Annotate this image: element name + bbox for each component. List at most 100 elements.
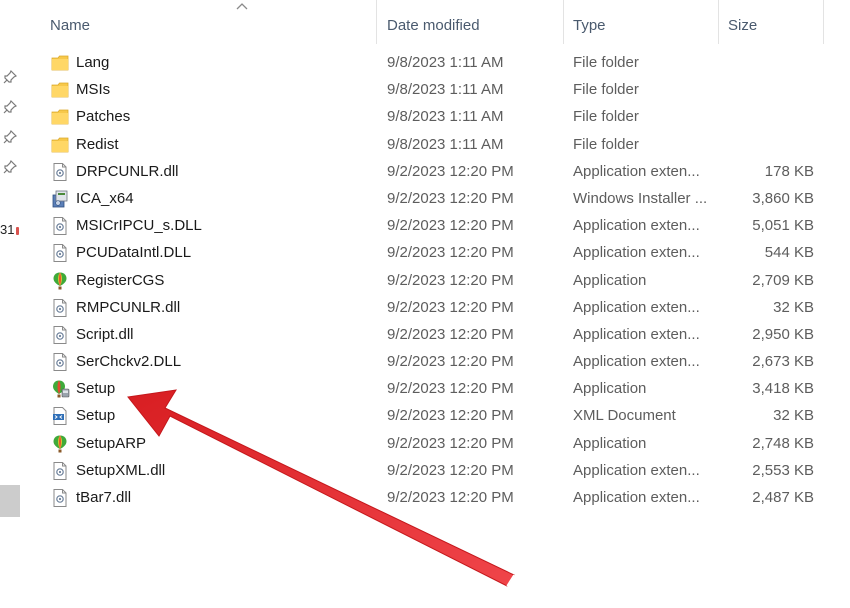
- file-size: 2,950 KB: [752, 325, 814, 343]
- file-row[interactable]: SerChckv2.DLL 9/2/2023 12:20 PM Applicatio…: [32, 348, 850, 375]
- file-date-modified: 9/2/2023 12:20 PM: [387, 434, 514, 452]
- file-row[interactable]: MSIs 9/8/2023 1:11 AM File folder: [32, 76, 850, 103]
- file-size: [722, 103, 814, 130]
- file-name: ICA_x64: [76, 189, 134, 207]
- file-size: 2,709 KB: [752, 271, 814, 289]
- sort-ascending-icon: [236, 3, 248, 10]
- file-size: 32 KB: [773, 298, 814, 316]
- file-date-modified: 9/8/2023 1:11 AM: [387, 108, 504, 126]
- file-size: 3,418 KB: [752, 380, 814, 398]
- file-row[interactable]: RMPCUNLR.dll 9/2/2023 12:20 PM Application…: [32, 294, 850, 321]
- file-name: SetupXML.dll: [76, 461, 166, 479]
- file-size: 2,673 KB: [752, 353, 814, 371]
- file-name: MSIs: [76, 81, 111, 99]
- file-row[interactable]: Setup 9/2/2023 12:20 PM XML Document 32 KB: [32, 402, 850, 429]
- file-row[interactable]: Lang 9/8/2023 1:11 AM File folder: [32, 49, 850, 76]
- file-row[interactable]: ICA_x64 9/2/2023 12:20 PM Windows Installe…: [32, 185, 850, 212]
- file-type: Application exten...: [573, 217, 700, 235]
- folder-icon: [50, 135, 70, 155]
- dll-file-icon: [50, 325, 70, 345]
- file-date-modified: 9/2/2023 12:20 PM: [387, 380, 514, 398]
- column-header-row: Name Date modified Type Size: [32, 0, 850, 50]
- file-row[interactable]: tBar7.dll 9/2/2023 12:20 PM Application ex…: [32, 484, 850, 511]
- file-name: SerChckv2.DLL: [76, 353, 182, 371]
- column-header-size[interactable]: Size: [720, 14, 820, 38]
- file-size: 3,860 KB: [752, 189, 814, 207]
- file-row[interactable]: Script.dll 9/2/2023 12:20 PM Application e…: [32, 321, 850, 348]
- file-size: [722, 49, 814, 76]
- file-row[interactable]: SetupARP 9/2/2023 12:20 PM Application 2,74…: [32, 430, 850, 457]
- nav-selected-item[interactable]: [0, 485, 20, 517]
- file-list: Lang 9/8/2023 1:11 AM File folder MSIs 9/8/2…: [32, 49, 850, 511]
- file-date-modified: 9/2/2023 12:20 PM: [387, 353, 514, 371]
- installer-package-icon: [50, 189, 70, 209]
- file-name: Setup: [76, 407, 116, 425]
- file-name: RMPCUNLR.dll: [76, 298, 181, 316]
- column-header-type[interactable]: Type: [565, 14, 715, 38]
- file-type: Application exten...: [573, 325, 700, 343]
- file-date-modified: 9/2/2023 12:20 PM: [387, 162, 514, 180]
- file-row[interactable]: MSICrIPCU_s.DLL 9/2/2023 12:20 PM Applicat…: [32, 212, 850, 239]
- file-size: 32 KB: [773, 407, 814, 425]
- file-row[interactable]: RegisterCGS 9/2/2023 12:20 PM Application 2…: [32, 267, 850, 294]
- file-type: File folder: [573, 54, 639, 71]
- file-row[interactable]: DRPCUNLR.dll 9/2/2023 12:20 PM Application…: [32, 158, 850, 185]
- file-type: Application exten...: [573, 298, 700, 316]
- column-divider[interactable]: [823, 0, 824, 44]
- file-type: File folder: [573, 81, 639, 99]
- setup-app-icon: [50, 379, 70, 399]
- folder-icon: [50, 80, 70, 100]
- file-type: Application exten...: [573, 162, 700, 180]
- navigation-pane-edge: 31: [0, 0, 30, 608]
- file-date-modified: 9/2/2023 12:20 PM: [387, 489, 514, 506]
- pin-icon[interactable]: [3, 130, 17, 144]
- file-date-modified: 9/2/2023 12:20 PM: [387, 325, 514, 343]
- file-date-modified: 9/2/2023 12:20 PM: [387, 271, 514, 289]
- file-date-modified: 9/8/2023 1:11 AM: [387, 135, 504, 153]
- file-date-modified: 9/8/2023 1:11 AM: [387, 54, 504, 71]
- column-header-date-modified[interactable]: Date modified: [379, 14, 564, 38]
- dll-file-icon: [50, 216, 70, 236]
- dll-file-icon: [50, 243, 70, 263]
- column-header-name[interactable]: Name: [42, 14, 372, 38]
- column-divider[interactable]: [376, 0, 377, 44]
- folder-icon: [50, 107, 70, 127]
- file-date-modified: 9/2/2023 12:20 PM: [387, 189, 514, 207]
- file-row[interactable]: Setup 9/2/2023 12:20 PM Application 3,418 K…: [32, 375, 850, 402]
- file-type: Windows Installer ...: [573, 189, 708, 207]
- column-divider[interactable]: [563, 0, 564, 44]
- file-name: SetupARP: [76, 434, 147, 452]
- balloon-app-icon: [50, 271, 70, 291]
- file-type: Application exten...: [573, 244, 700, 262]
- folder-icon: [50, 53, 70, 73]
- file-date-modified: 9/2/2023 12:20 PM: [387, 217, 514, 235]
- file-row[interactable]: Patches 9/8/2023 1:11 AM File folder: [32, 103, 850, 130]
- file-size: 2,553 KB: [752, 461, 814, 479]
- file-name: PCUDataIntl.DLL: [76, 244, 192, 262]
- file-name: Redist: [76, 135, 119, 153]
- file-row[interactable]: Redist 9/8/2023 1:11 AM File folder: [32, 131, 850, 158]
- file-type: XML Document: [573, 407, 676, 425]
- pin-icon[interactable]: [3, 100, 17, 114]
- nav-item-fragment[interactable]: 31: [0, 222, 20, 237]
- file-size: 2,487 KB: [752, 489, 814, 506]
- file-date-modified: 9/2/2023 12:20 PM: [387, 244, 514, 262]
- file-row[interactable]: PCUDataIntl.DLL 9/2/2023 12:20 PM Applicat…: [32, 239, 850, 266]
- file-type: Application: [573, 271, 647, 289]
- pin-icon[interactable]: [3, 160, 17, 174]
- file-type: Application: [573, 380, 647, 398]
- file-name: DRPCUNLR.dll: [76, 162, 179, 180]
- nav-item-label: 31: [0, 222, 15, 237]
- file-type: Application exten...: [573, 353, 700, 371]
- file-size: 544 KB: [764, 244, 814, 262]
- file-date-modified: 9/2/2023 12:20 PM: [387, 298, 514, 316]
- pin-icon[interactable]: [3, 70, 17, 84]
- file-type: File folder: [573, 135, 639, 153]
- file-date-modified: 9/8/2023 1:11 AM: [387, 81, 504, 99]
- file-row[interactable]: SetupXML.dll 9/2/2023 12:20 PM Application…: [32, 457, 850, 484]
- column-divider[interactable]: [718, 0, 719, 44]
- file-size: [722, 131, 814, 158]
- file-name: tBar7.dll: [76, 489, 132, 506]
- file-type: File folder: [573, 108, 639, 126]
- dll-file-icon: [50, 488, 70, 508]
